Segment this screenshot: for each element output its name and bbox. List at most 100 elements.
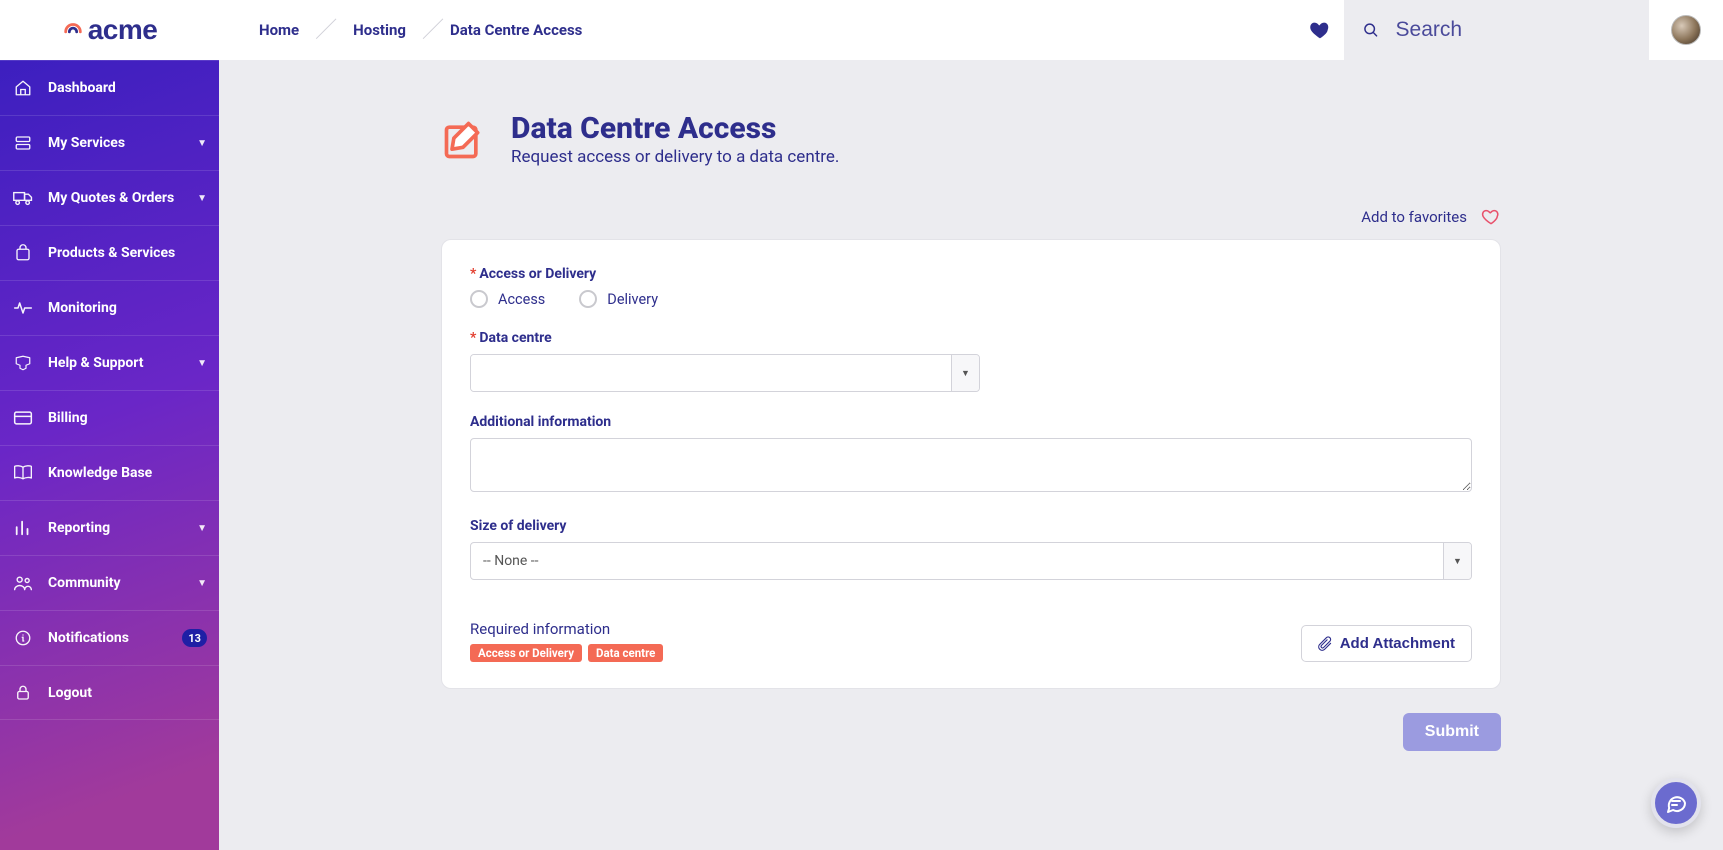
user-avatar[interactable]: [1671, 15, 1701, 45]
add-attachment-button[interactable]: Add Attachment: [1301, 625, 1472, 662]
radio-icon: [579, 290, 597, 308]
additional-info-textarea[interactable]: [470, 438, 1472, 492]
sidebar-item-label: Reporting: [48, 520, 197, 536]
chevron-down-icon: ▼: [197, 193, 207, 204]
sidebar-item-label: Community: [48, 575, 197, 591]
chevron-down-icon: ▼: [197, 523, 207, 534]
required-info: Required information Access or Delivery …: [470, 620, 663, 662]
inbox-icon: [12, 354, 34, 372]
favorites-button[interactable]: [1296, 0, 1344, 60]
topbar-right: [1296, 0, 1723, 60]
chat-icon: [1664, 791, 1688, 815]
breadcrumb-separator-icon: ／: [315, 12, 337, 44]
heart-outline-icon: [1481, 207, 1501, 227]
breadcrumb-hosting[interactable]: Hosting: [343, 21, 416, 39]
page-title: Data Centre Access: [511, 112, 839, 145]
brand-mark-icon: [62, 19, 84, 41]
card-icon: [12, 410, 34, 426]
page-subtitle: Request access or delivery to a data cen…: [511, 147, 839, 167]
label-access-or-delivery: *Access or Delivery: [470, 266, 1472, 282]
field-additional-info: Additional information: [470, 414, 1472, 496]
lock-icon: [12, 684, 34, 702]
label-size-of-delivery: Size of delivery: [470, 518, 1472, 534]
sidebar-item-label: Logout: [48, 685, 207, 701]
required-chip: Data centre: [588, 644, 663, 662]
field-size-of-delivery: Size of delivery -- None -- ▼: [470, 518, 1472, 580]
page-header: Data Centre Access Request access or del…: [441, 112, 1501, 167]
chat-fab[interactable]: [1651, 778, 1701, 828]
radio-label: Delivery: [607, 291, 658, 308]
add-attachment-label: Add Attachment: [1340, 635, 1455, 652]
field-access-or-delivery: *Access or Delivery Access Delivery: [470, 266, 1472, 308]
sidebar-item-monitoring[interactable]: Monitoring: [0, 280, 219, 335]
data-centre-combobox[interactable]: ▼: [470, 354, 980, 392]
required-info-label: Required information: [470, 620, 663, 638]
field-data-centre: *Data centre ▼: [470, 330, 1472, 392]
sidebar-item-quotes-orders[interactable]: My Quotes & Orders ▼: [0, 170, 219, 225]
book-icon: [12, 464, 34, 482]
chevron-down-icon: ▼: [197, 578, 207, 589]
sidebar-item-label: Monitoring: [48, 300, 207, 316]
data-centre-input[interactable]: [471, 355, 951, 391]
breadcrumb: Home ／ Hosting ／ Data Centre Access: [249, 14, 582, 46]
search-bar[interactable]: [1344, 0, 1649, 60]
submit-button[interactable]: Submit: [1403, 713, 1501, 751]
sidebar-item-help[interactable]: Help & Support ▼: [0, 335, 219, 390]
sidebar-item-products[interactable]: Products & Services: [0, 225, 219, 280]
pulse-icon: [12, 299, 34, 317]
chevron-down-icon[interactable]: ▼: [1443, 543, 1471, 579]
label-data-centre: *Data centre: [470, 330, 1472, 346]
sidebar-item-label: My Services: [48, 135, 197, 151]
bars-icon: [12, 519, 34, 537]
breadcrumb-separator-icon: ／: [422, 12, 444, 44]
sidebar-item-label: Notifications: [48, 630, 182, 646]
size-of-delivery-select[interactable]: -- None -- ▼: [470, 542, 1472, 580]
sidebar-item-community[interactable]: Community ▼: [0, 555, 219, 610]
notifications-badge: 13: [182, 629, 207, 647]
required-chip: Access or Delivery: [470, 644, 582, 662]
add-to-favorites-label: Add to favorites: [1361, 208, 1467, 226]
sidebar-item-notifications[interactable]: Notifications 13: [0, 610, 219, 665]
breadcrumb-current: Data Centre Access: [450, 21, 582, 39]
sidebar-item-my-services[interactable]: My Services ▼: [0, 115, 219, 170]
bag-icon: [12, 244, 34, 262]
form-card: *Access or Delivery Access Delivery *Dat…: [441, 239, 1501, 689]
sidebar-item-dashboard[interactable]: Dashboard: [0, 60, 219, 115]
search-icon: [1362, 20, 1380, 40]
page: Data Centre Access Request access or del…: [219, 0, 1723, 850]
sidebar-item-label: Dashboard: [48, 80, 207, 96]
home-icon: [12, 79, 34, 97]
add-to-favorites[interactable]: Add to favorites: [441, 207, 1501, 227]
chevron-down-icon[interactable]: ▼: [951, 355, 979, 391]
radio-delivery[interactable]: Delivery: [579, 290, 658, 308]
chevron-down-icon: ▼: [197, 138, 207, 149]
edit-form-icon: [441, 118, 485, 162]
truck-icon: [12, 189, 34, 207]
radio-label: Access: [498, 291, 545, 308]
search-input[interactable]: [1396, 18, 1631, 42]
brand-logo[interactable]: acme: [0, 14, 219, 46]
brand-name: acme: [88, 14, 158, 46]
radio-icon: [470, 290, 488, 308]
paperclip-icon: [1318, 636, 1332, 652]
heart-filled-icon: [1309, 19, 1331, 41]
breadcrumb-home[interactable]: Home: [249, 21, 309, 39]
sidebar-item-label: My Quotes & Orders: [48, 190, 197, 206]
sidebar-item-label: Knowledge Base: [48, 465, 207, 481]
form-footer: Required information Access or Delivery …: [470, 620, 1472, 662]
chevron-down-icon: ▼: [197, 358, 207, 369]
services-icon: [12, 134, 34, 152]
sidebar-item-label: Billing: [48, 410, 207, 426]
info-icon: [12, 629, 34, 647]
sidebar-item-logout[interactable]: Logout: [0, 665, 219, 720]
people-icon: [12, 574, 34, 592]
radio-access[interactable]: Access: [470, 290, 545, 308]
sidebar-item-knowledge-base[interactable]: Knowledge Base: [0, 445, 219, 500]
label-additional-info: Additional information: [470, 414, 1472, 430]
sidebar-item-billing[interactable]: Billing: [0, 390, 219, 445]
topbar: acme Home ／ Hosting ／ Data Centre Access: [0, 0, 1723, 60]
select-value: -- None --: [471, 543, 1443, 579]
sidebar-item-label: Products & Services: [48, 245, 207, 261]
sidebar-item-reporting[interactable]: Reporting ▼: [0, 500, 219, 555]
sidebar: Dashboard My Services ▼ My Quotes & Orde…: [0, 60, 219, 850]
